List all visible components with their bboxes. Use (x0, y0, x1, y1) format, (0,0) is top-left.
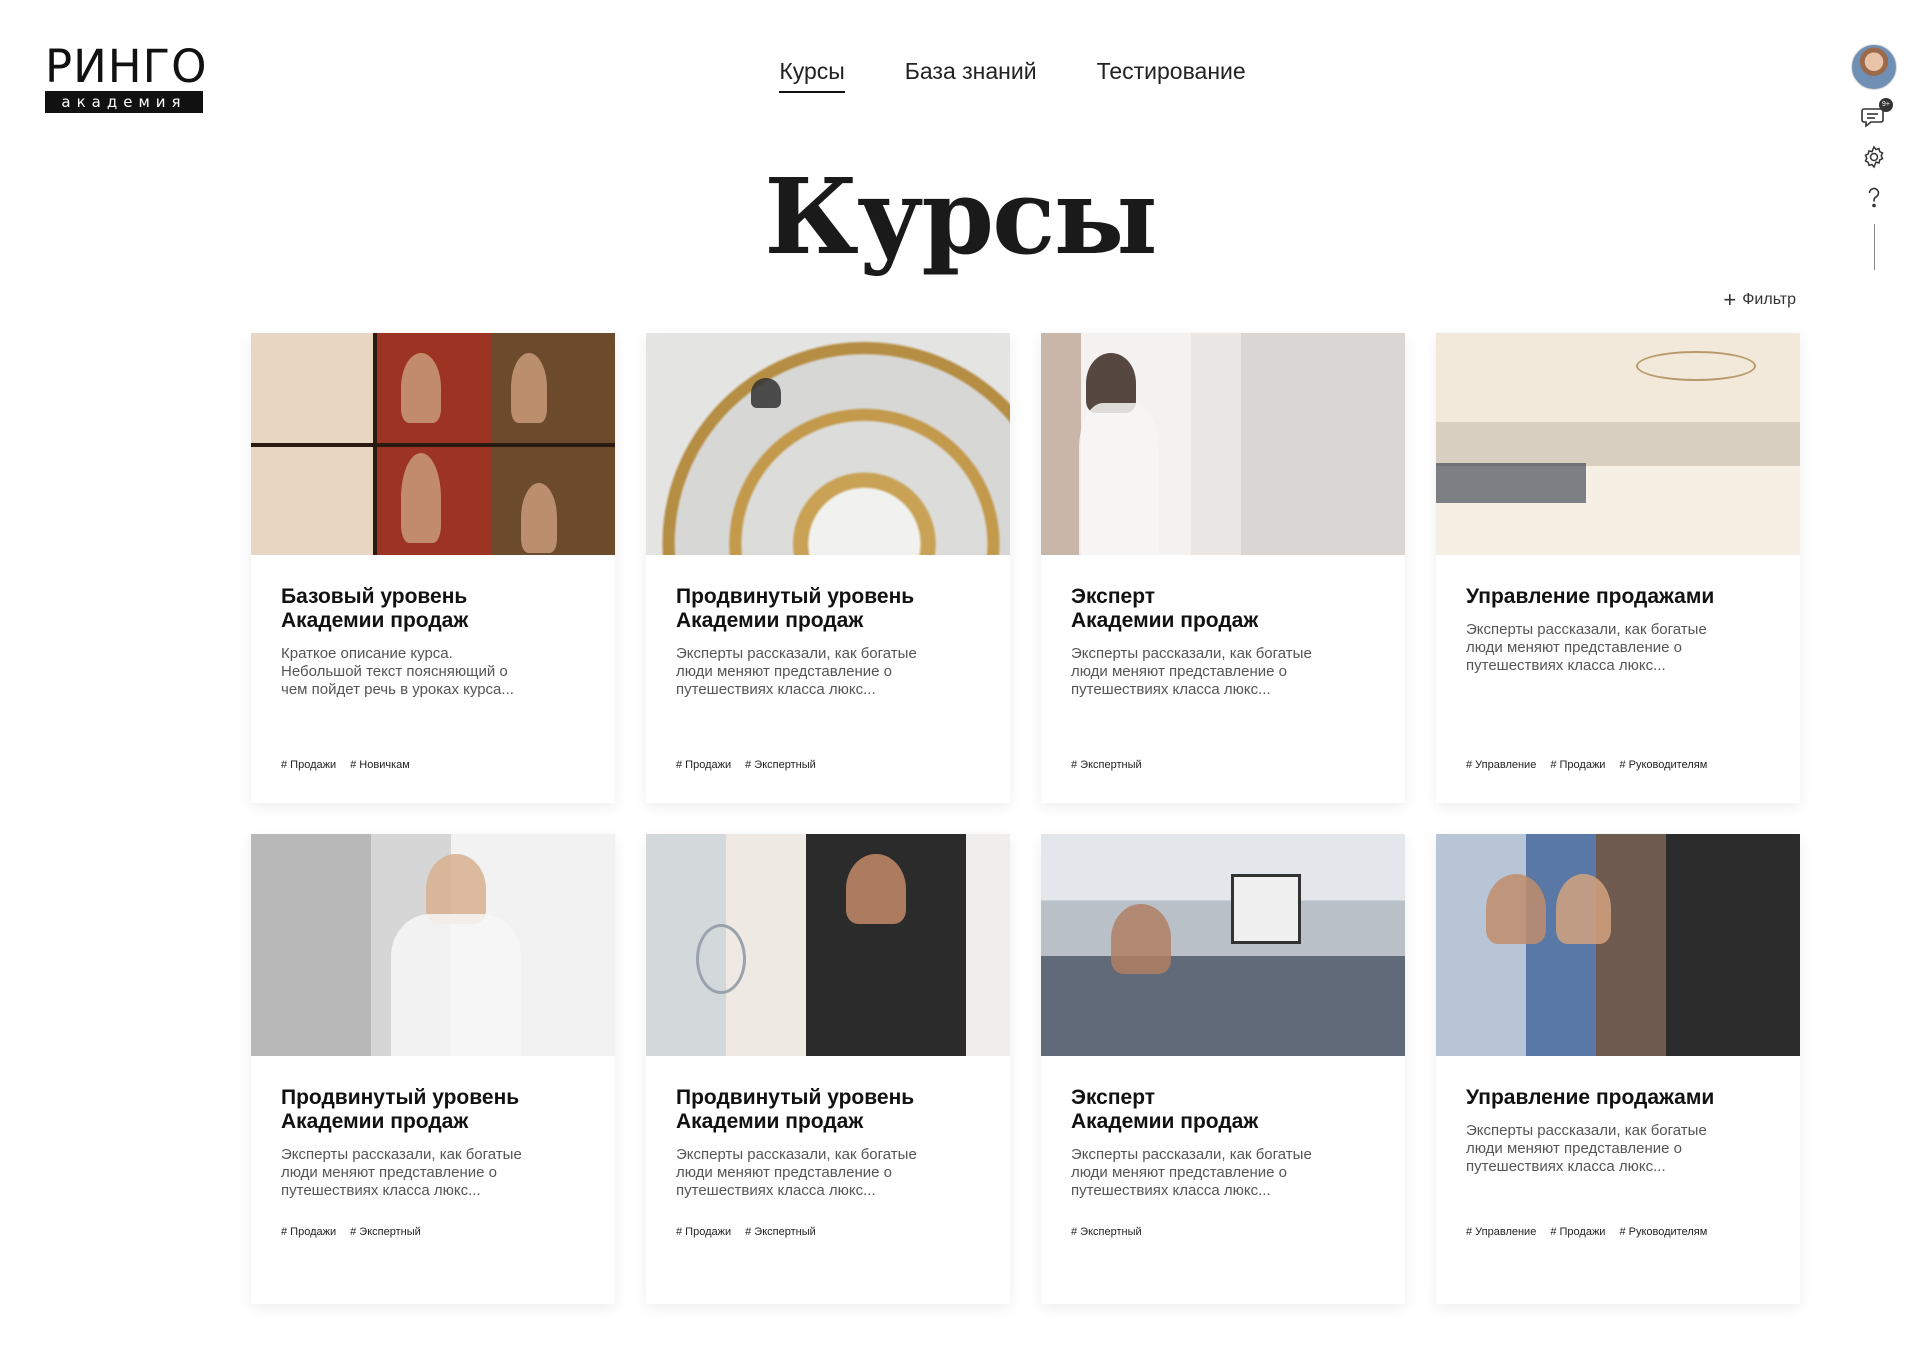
course-title: Эксперт Академии продаж (1071, 585, 1259, 632)
course-tags: # Продажи # Экспертный (676, 1226, 816, 1238)
course-card[interactable]: Продвинутый уровень Академии продаж Эксп… (251, 834, 615, 1304)
course-card[interactable]: Управление продажами Эксперты рассказали… (1436, 333, 1800, 803)
course-description: Краткое описание курса. Небольшой текст … (281, 645, 514, 698)
course-card[interactable]: Базовый уровень Академии продаж Краткое … (251, 333, 615, 803)
logo-subtitle: академия (45, 91, 203, 113)
course-description: Эксперты рассказали, как богатые люди ме… (1071, 1146, 1312, 1199)
course-image (1041, 834, 1405, 1056)
course-tags: # Экспертный (1071, 759, 1142, 771)
course-title: Продвинутый уровень Академии продаж (676, 585, 915, 632)
course-tag[interactable]: # Продажи (676, 1226, 731, 1238)
course-tag[interactable]: # Руководителям (1619, 1226, 1707, 1238)
course-tag[interactable]: # Продажи (676, 759, 731, 771)
course-tag[interactable]: # Экспертный (745, 1226, 816, 1238)
course-tag[interactable]: # Продажи (1550, 759, 1605, 771)
course-tag[interactable]: # Экспертный (1071, 759, 1142, 771)
course-card[interactable]: Эксперт Академии продаж Эксперты рассказ… (1041, 834, 1405, 1304)
course-tags: # Продажи # Экспертный (676, 759, 816, 771)
course-tag[interactable]: # Руководителям (1619, 759, 1707, 771)
course-tag[interactable]: # Экспертный (745, 759, 816, 771)
course-image (251, 333, 615, 555)
course-tag[interactable]: # Продажи (1550, 1226, 1605, 1238)
course-card[interactable]: Управление продажами Эксперты рассказали… (1436, 834, 1800, 1304)
page-title: Курсы (764, 155, 1157, 278)
notification-badge: 9+ (1879, 98, 1893, 112)
course-tag[interactable]: # Новичкам (350, 759, 410, 771)
course-tags: # Экспертный (1071, 1226, 1142, 1238)
course-card[interactable]: Продвинутый уровень Академии продаж Эксп… (646, 834, 1010, 1304)
course-tag[interactable]: # Экспертный (350, 1226, 421, 1238)
course-tags: # Управление # Продажи # Руководителям (1466, 1226, 1707, 1238)
nav-item-testing[interactable]: Тестирование (1097, 58, 1246, 93)
course-description: Эксперты рассказали, как богатые люди ме… (1071, 645, 1312, 698)
course-tags: # Продажи # Экспертный (281, 1226, 421, 1238)
course-description: Эксперты рассказали, как богатые люди ме… (676, 1146, 917, 1199)
filter-button[interactable]: + Фильтр (1723, 287, 1796, 312)
course-title: Эксперт Академии продаж (1071, 1086, 1259, 1133)
course-card[interactable]: Продвинутый уровень Академии продаж Эксп… (646, 333, 1010, 803)
course-tag[interactable]: # Продажи (281, 759, 336, 771)
course-title: Управление продажами (1466, 1086, 1715, 1109)
course-image (1436, 834, 1800, 1056)
course-card[interactable]: Эксперт Академии продаж Эксперты рассказ… (1041, 333, 1405, 803)
avatar[interactable] (1851, 44, 1897, 90)
nav-item-knowledge-base[interactable]: База знаний (905, 58, 1037, 93)
course-tags: # Продажи # Новичкам (281, 759, 410, 771)
course-description: Эксперты рассказали, как богатые люди ме… (1466, 1122, 1707, 1175)
course-description: Эксперты рассказали, как богатые люди ме… (676, 645, 917, 698)
course-image (646, 834, 1010, 1056)
filter-label: Фильтр (1742, 291, 1796, 308)
nav-item-courses[interactable]: Курсы (779, 58, 845, 93)
course-tag[interactable]: # Продажи (281, 1226, 336, 1238)
course-description: Эксперты рассказали, как богатые люди ме… (1466, 621, 1707, 674)
course-image (646, 333, 1010, 555)
chat-icon[interactable]: 9+ (1861, 98, 1893, 130)
course-image (1041, 333, 1405, 555)
course-image (1436, 333, 1800, 555)
course-tag[interactable]: # Управление (1466, 759, 1536, 771)
course-grid: Базовый уровень Академии продаж Краткое … (251, 333, 1800, 1304)
course-title: Базовый уровень Академии продаж (281, 585, 469, 632)
course-tag[interactable]: # Управление (1466, 1226, 1536, 1238)
course-tag[interactable]: # Экспертный (1071, 1226, 1142, 1238)
course-image (251, 834, 615, 1056)
course-title: Управление продажами (1466, 585, 1715, 608)
course-title: Продвинутый уровень Академии продаж (281, 1086, 520, 1133)
course-title: Продвинутый уровень Академии продаж (676, 1086, 915, 1133)
main-nav: Курсы База знаний Тестирование (0, 58, 1920, 93)
course-description: Эксперты рассказали, как богатые люди ме… (281, 1146, 522, 1199)
course-tags: # Управление # Продажи # Руководителям (1466, 759, 1707, 771)
plus-icon: + (1723, 287, 1737, 312)
